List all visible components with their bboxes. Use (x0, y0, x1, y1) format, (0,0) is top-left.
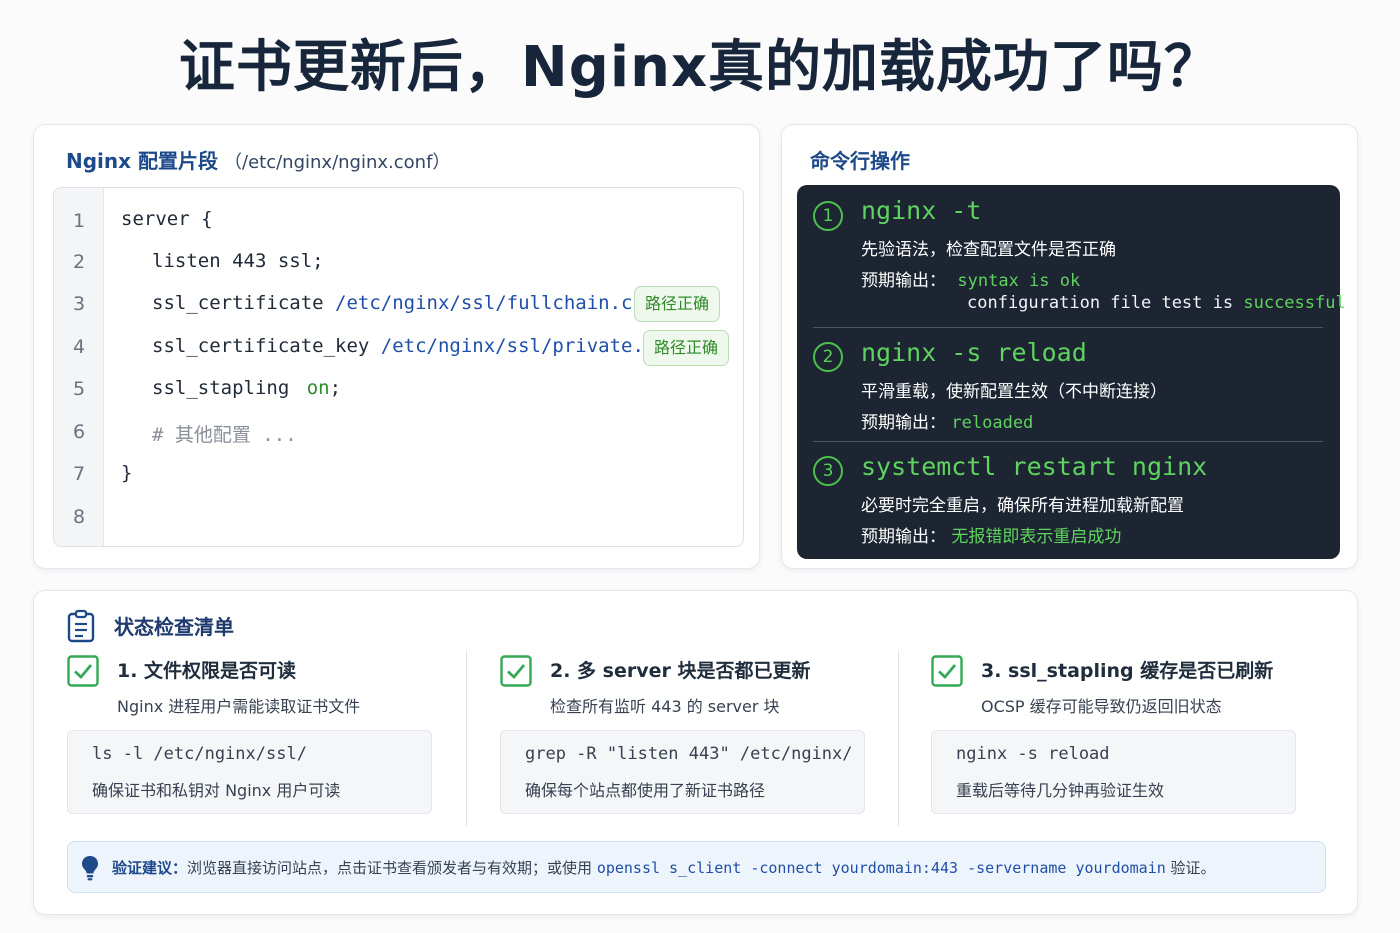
tip-text: 验证建议：浏览器直接访问站点，点击证书查看颁发者与有效期；或使用 openssl… (112, 857, 1216, 878)
step-number-2: 2 (813, 342, 843, 372)
verification-tip: 验证建议：浏览器直接访问站点，点击证书查看颁发者与有效期；或使用 openssl… (67, 841, 1326, 893)
output-text: configuration file test is (967, 293, 1234, 313)
check-item-subtitle: OCSP 缓存可能导致仍返回旧状态 (981, 697, 1222, 716)
output-text: reloaded (951, 413, 1034, 433)
path-ok-badge: 路径正确 (634, 286, 721, 322)
tip-command: openssl s_client -connect yourdomain:443… (596, 859, 1166, 877)
config-card-title: Nginx 配置片段 （/etc/nginx/nginx.conf） (66, 145, 450, 174)
code-line-6-comment: # 其他配置 ... (152, 424, 297, 446)
output-text-success: successful (1243, 293, 1346, 313)
step-description-3: 必要时完全重启，确保所有进程加载新配置 (861, 496, 1184, 516)
output-label: 预期输出： (861, 413, 946, 433)
step-output-3: 预期输出： 无报错即表示重启成功 (861, 522, 1121, 547)
line-number: 8 (72, 506, 86, 528)
page-title: 证书更新后，Nginx真的加载成功了吗？ (178, 35, 1222, 100)
directive: ssl_certificate (152, 292, 324, 314)
terminal-panel: 1 nginx -t 先验语法，检查配置文件是否正确 预期输出： syntax … (797, 185, 1346, 559)
step-command-2: nginx -s reload (861, 338, 1087, 367)
directive: ssl_certificate_key (152, 335, 370, 357)
line-number: 7 (72, 463, 86, 485)
code-line-4: ssl_certificate_key /etc/nginx/ssl/priva… (152, 335, 690, 357)
step-output-2: 预期输出： reloaded (861, 408, 1033, 433)
step-number-3: 3 (813, 456, 843, 486)
column-divider (466, 651, 467, 826)
code-line-2: listen 443 ssl; (152, 250, 324, 272)
path-ok-badge: 路径正确 (643, 330, 730, 366)
step-output-1: 预期输出： syntax is ok (861, 266, 1080, 291)
step-number-1: 1 (813, 201, 843, 231)
checkbox-checked-icon (500, 655, 532, 687)
check-item-title: 1. 文件权限是否可读 (117, 660, 297, 682)
check-item-subtitle: Nginx 进程用户需能读取证书文件 (117, 697, 361, 716)
stapling-value: on (306, 377, 330, 399)
check-item-command: grep -R "listen 443" /etc/nginx/ (525, 744, 853, 764)
output-label: 预期输出： (861, 271, 946, 291)
step-output-1-line2: configuration file test is successful (967, 293, 1346, 313)
config-file-path: （/etc/nginx/nginx.conf） (224, 152, 451, 173)
semicolon: ; (329, 377, 342, 399)
line-number-gutter: 1 2 3 4 5 6 7 8 (54, 188, 104, 546)
step-divider (813, 327, 1323, 328)
command-line-card: 命令行操作 1 nginx -t 先验语法，检查配置文件是否正确 预期输出： s… (781, 124, 1358, 569)
config-snippet-card: Nginx 配置片段 （/etc/nginx/nginx.conf） 1 2 3 … (33, 124, 760, 569)
step-divider (813, 441, 1323, 442)
step-description-2: 平滑重载，使新配置生效（不中断连接） (861, 382, 1167, 402)
check-item-note: 确保证书和私钥对 Nginx 用户可读 (92, 781, 341, 800)
clipboard-icon (67, 609, 95, 643)
checklist-item-3: 3. ssl_stapling 缓存是否已刷新 OCSP 缓存可能导致仍返回旧状… (931, 653, 1331, 823)
line-number: 2 (72, 251, 86, 273)
config-card-title-text: Nginx 配置片段 (66, 149, 219, 173)
tip-body: 浏览器直接访问站点，点击证书查看颁发者与有效期；或使用 (187, 859, 593, 877)
code-line-1: server { (121, 208, 213, 230)
check-item-code-box: nginx -s reload 重载后等待几分钟再验证生效 (931, 730, 1296, 814)
line-number: 1 (72, 210, 86, 232)
check-item-note: 确保每个站点都使用了新证书路径 (525, 781, 766, 800)
code-editor: 1 2 3 4 5 6 7 8 server { listen 443 ssl;… (53, 187, 744, 547)
code-line-5: ssl_stapling on; (152, 377, 341, 399)
check-item-code-box: grep -R "listen 443" /etc/nginx/ 确保每个站点都… (500, 730, 865, 814)
key-path: /etc/nginx/ssl/private.key (380, 335, 679, 357)
lightbulb-icon (82, 856, 98, 881)
code-line-7: } (121, 462, 133, 484)
checklist-item-1: 1. 文件权限是否可读 Nginx 进程用户需能读取证书文件 ls -l /et… (67, 653, 467, 823)
step-command-1: nginx -t (861, 196, 982, 225)
tip-end: 验证。 (1170, 859, 1216, 877)
line-number: 5 (72, 378, 86, 400)
tip-label: 验证建议： (112, 859, 188, 877)
output-text: 无报错即表示重启成功 (951, 527, 1122, 547)
output-label: 预期输出： (861, 527, 946, 547)
check-item-title: 3. ssl_stapling 缓存是否已刷新 (981, 660, 1274, 682)
checklist-title: 状态检查清单 (114, 615, 234, 639)
cmd-card-title: 命令行操作 (810, 149, 910, 173)
line-number: 4 (72, 336, 86, 358)
cert-path: /etc/nginx/ssl/fullchain.crt (335, 292, 656, 314)
check-item-title: 2. 多 server 块是否都已更新 (550, 660, 811, 682)
line-number: 6 (72, 421, 86, 443)
check-item-command: ls -l /etc/nginx/ssl/ (92, 744, 307, 764)
check-item-command: nginx -s reload (956, 744, 1110, 764)
checkbox-checked-icon (931, 655, 963, 687)
code-line-3: ssl_certificate /etc/nginx/ssl/fullchain… (152, 292, 667, 314)
line-number: 3 (72, 293, 86, 315)
column-divider (898, 651, 899, 826)
step-command-3: systemctl restart nginx (861, 452, 1208, 481)
check-item-code-box: ls -l /etc/nginx/ssl/ 确保证书和私钥对 Nginx 用户可… (67, 730, 432, 814)
checklist-item-2: 2. 多 server 块是否都已更新 检查所有监听 443 的 server … (500, 653, 900, 823)
check-item-subtitle: 检查所有监听 443 的 server 块 (550, 697, 780, 716)
step-description-1: 先验语法，检查配置文件是否正确 (861, 240, 1116, 260)
status-checklist-card: 状态检查清单 1. 文件权限是否可读 Nginx 进程用户需能读取证书文件 ls… (33, 590, 1358, 915)
checkbox-checked-icon (67, 655, 99, 687)
check-item-note: 重载后等待几分钟再验证生效 (956, 781, 1165, 800)
directive: ssl_stapling (152, 377, 290, 399)
output-text: syntax is ok (957, 271, 1081, 291)
